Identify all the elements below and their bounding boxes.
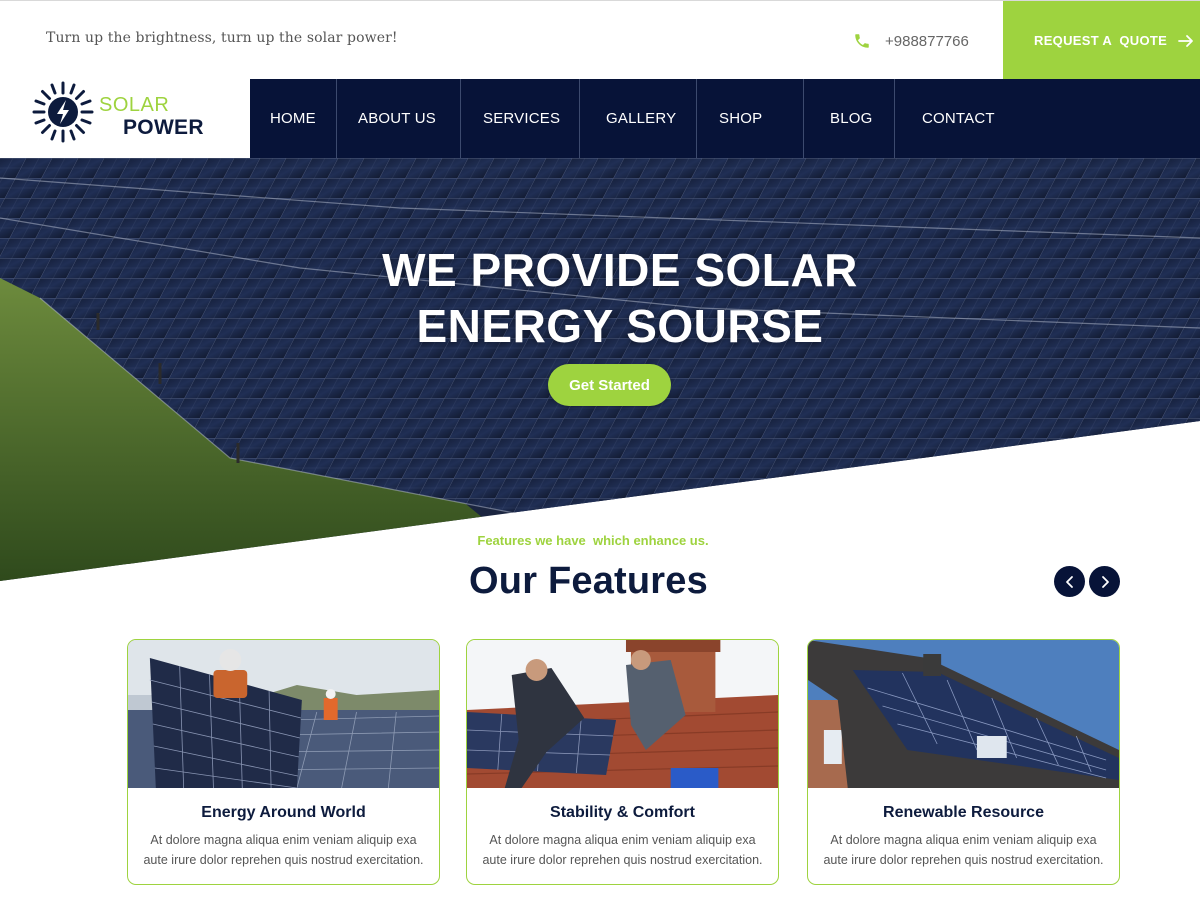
nav-item-contact[interactable]: CONTACT [922, 79, 995, 158]
nav-item-blog[interactable]: BLOG [830, 79, 872, 158]
feature-card-text: At dolore magna aliqua enim veniam aliqu… [482, 833, 763, 867]
nav-divider [894, 79, 895, 158]
feature-card-text: At dolore magna aliqua enim veniam aliqu… [823, 833, 1104, 867]
tagline: Turn up the brightness, turn up the sola… [46, 30, 398, 46]
features-title: Our Features [469, 560, 708, 602]
nav-divider [579, 79, 580, 158]
nav-item-home[interactable]: HOME [270, 79, 316, 158]
hero-title-line1: WE PROVIDE SOLAR [382, 244, 858, 296]
phone-contact[interactable]: +988877766 [853, 32, 969, 50]
nav-item-about[interactable]: ABOUT US [358, 79, 436, 158]
nav-divider [696, 79, 697, 158]
top-bar: Turn up the brightness, turn up the sola… [0, 0, 1200, 80]
workers-carrying-panel-image [128, 640, 439, 788]
carousel-next-button[interactable] [1089, 566, 1120, 597]
site-logo[interactable]: SOLAR POWER [0, 79, 250, 158]
request-quote-button[interactable]: REQUEST A QUOTE [1003, 1, 1200, 80]
feature-card[interactable]: Renewable Resource At dolore magna aliqu… [807, 639, 1120, 885]
house-solar-roof-image [808, 640, 1119, 788]
feature-card-title: Energy Around World [201, 804, 366, 821]
feature-card-title: Stability & Comfort [550, 804, 695, 821]
get-started-button[interactable]: Get Started [548, 364, 671, 406]
hero-title-line2: ENERGY SOURSE [416, 300, 824, 352]
feature-card[interactable]: Stability & Comfort At dolore magna aliq… [466, 639, 779, 885]
nav-divider [460, 79, 461, 158]
nav-item-gallery[interactable]: GALLERY [606, 79, 676, 158]
request-quote-label: REQUEST A QUOTE [1034, 33, 1168, 48]
nav-divider [803, 79, 804, 158]
logo-text-power: POWER [123, 116, 204, 139]
carousel-prev-button[interactable] [1054, 566, 1085, 597]
sun-bolt-icon [32, 81, 94, 143]
main-nav: HOME ABOUT US SERVICES GALLERY SHOP BLOG… [250, 79, 1200, 158]
logo-text-solar: SOLAR [99, 94, 170, 116]
phone-icon [855, 34, 869, 48]
feature-card[interactable]: Energy Around World At dolore magna aliq… [127, 639, 440, 885]
arrow-right-icon [1178, 34, 1194, 47]
hero-title: WE PROVIDE SOLAR ENERGY SOURSE [300, 242, 940, 354]
chevron-left-icon [1065, 575, 1073, 588]
phone-number: +988877766 [885, 32, 969, 50]
workers-on-roof-image [467, 640, 778, 788]
feature-card-title: Renewable Resource [883, 804, 1044, 821]
nav-item-shop[interactable]: SHOP [719, 79, 762, 158]
nav-item-services[interactable]: SERVICES [483, 79, 560, 158]
hero-banner: WE PROVIDE SOLAR ENERGY SOURSE Get Start… [0, 158, 1200, 581]
nav-divider [336, 79, 337, 158]
features-subtitle: Features we have which enhance us. [477, 533, 709, 548]
feature-card-text: At dolore magna aliqua enim veniam aliqu… [143, 833, 424, 867]
chevron-right-icon [1101, 575, 1109, 588]
